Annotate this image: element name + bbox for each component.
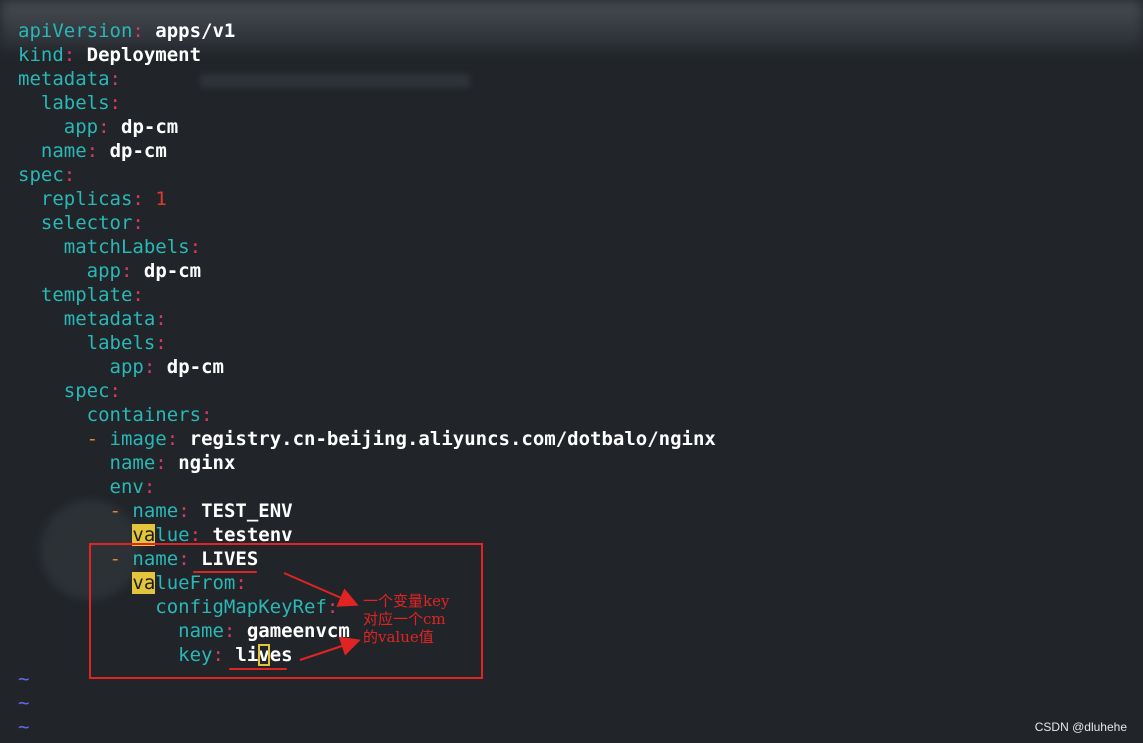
annotation-line: 一个变量key — [363, 592, 450, 610]
annotation-arrows — [283, 572, 361, 661]
annotation-note: 一个变量key 对应一个cm 的value值 — [363, 592, 478, 646]
annotation-line: 对应一个cm — [363, 610, 446, 628]
annotation-line: 的value值 — [363, 628, 434, 646]
watermark: CSDN @dluhehe — [1034, 720, 1127, 734]
annotation-arrow-icon — [299, 636, 361, 661]
annotation-arrow-icon — [283, 572, 359, 607]
